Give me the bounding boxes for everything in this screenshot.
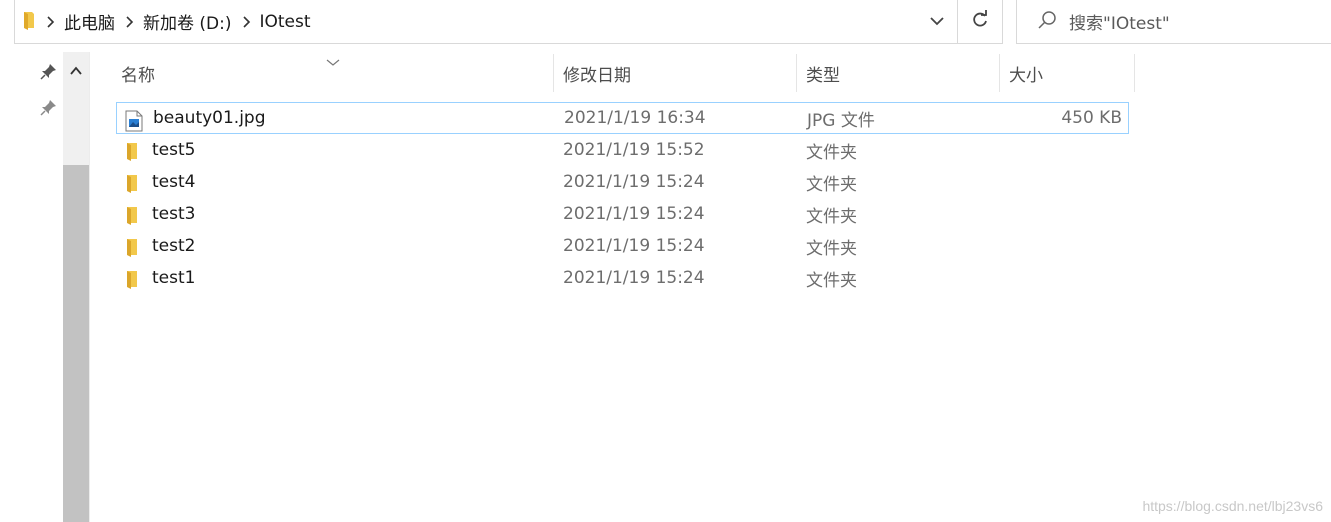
file-name: test3 — [152, 204, 196, 224]
file-date: 2021/1/19 15:24 — [563, 172, 705, 192]
file-type: 文件夹 — [806, 142, 857, 163]
chevron-right-icon[interactable] — [125, 15, 135, 29]
file-row[interactable]: test3 2021/1/19 15:24 文件夹 — [116, 198, 1129, 230]
pin-icon[interactable] — [40, 62, 58, 84]
folder-icon — [124, 141, 140, 166]
watermark: https://blog.csdn.net/lbj23vs6 — [1142, 498, 1323, 514]
chevron-down-icon[interactable] — [929, 13, 945, 33]
refresh-button[interactable] — [957, 0, 1003, 44]
search-placeholder: 搜索"IOtest" — [1069, 14, 1170, 34]
file-row[interactable]: test2 2021/1/19 15:24 文件夹 — [116, 230, 1129, 262]
folder-icon — [22, 10, 36, 34]
column-header-date[interactable]: 修改日期 — [555, 52, 796, 94]
file-date: 2021/1/19 15:24 — [563, 268, 705, 288]
file-name: test4 — [152, 172, 196, 192]
file-date: 2021/1/19 16:34 — [564, 108, 706, 128]
file-type: 文件夹 — [806, 206, 857, 227]
pane-divider[interactable] — [89, 52, 90, 522]
column-divider[interactable] — [553, 54, 554, 92]
file-row[interactable]: test5 2021/1/19 15:52 文件夹 — [116, 134, 1129, 166]
column-header-label: 名称 — [121, 65, 155, 86]
chevron-right-icon[interactable] — [46, 15, 56, 29]
file-name: beauty01.jpg — [153, 108, 266, 128]
column-header-label: 大小 — [1009, 65, 1043, 86]
folder-icon — [124, 237, 140, 262]
column-divider[interactable] — [1134, 54, 1135, 92]
file-name: test5 — [152, 140, 196, 160]
address-bar[interactable]: 此电脑 新加卷 (D:) IOtest — [14, 0, 958, 44]
file-row[interactable]: beauty01.jpg 2021/1/19 16:34 JPG 文件 450 … — [116, 102, 1129, 134]
refresh-icon — [970, 9, 990, 34]
chevron-right-icon[interactable] — [242, 15, 252, 29]
pin-icon[interactable] — [40, 98, 58, 120]
folder-icon — [124, 173, 140, 198]
column-divider[interactable] — [999, 54, 1000, 92]
column-header-size[interactable]: 大小 — [1001, 52, 1134, 94]
file-type: 文件夹 — [806, 174, 857, 195]
breadcrumb-drive-d[interactable]: 新加卷 (D:) — [143, 9, 232, 34]
file-name: test2 — [152, 236, 196, 256]
navigation-pane — [0, 50, 63, 522]
file-row[interactable]: test4 2021/1/19 15:24 文件夹 — [116, 166, 1129, 198]
search-icon — [1037, 10, 1057, 34]
breadcrumb-iotest[interactable]: IOtest — [260, 12, 311, 32]
scroll-up-button[interactable] — [63, 52, 89, 88]
chevron-up-icon — [69, 61, 83, 80]
jpg-file-icon — [125, 110, 143, 137]
file-date: 2021/1/19 15:52 — [563, 140, 705, 160]
file-size: 450 KB — [1061, 108, 1122, 128]
file-type: 文件夹 — [806, 238, 857, 259]
file-name: test1 — [152, 268, 196, 288]
folder-icon — [124, 205, 140, 230]
scrollbar-thumb[interactable] — [63, 165, 89, 522]
file-date: 2021/1/19 15:24 — [563, 204, 705, 224]
column-header-label: 修改日期 — [563, 65, 631, 86]
file-row[interactable]: test1 2021/1/19 15:24 文件夹 — [116, 262, 1129, 294]
file-type: 文件夹 — [806, 270, 857, 291]
file-type: JPG 文件 — [807, 110, 875, 131]
column-divider[interactable] — [796, 54, 797, 92]
column-header-name[interactable]: 名称 — [113, 52, 553, 94]
column-header-label: 类型 — [806, 65, 840, 86]
file-date: 2021/1/19 15:24 — [563, 236, 705, 256]
breadcrumb-this-pc[interactable]: 此电脑 — [64, 9, 115, 34]
column-header-type[interactable]: 类型 — [798, 52, 999, 94]
search-box[interactable]: 搜索"IOtest" — [1016, 0, 1331, 44]
folder-icon — [124, 269, 140, 294]
